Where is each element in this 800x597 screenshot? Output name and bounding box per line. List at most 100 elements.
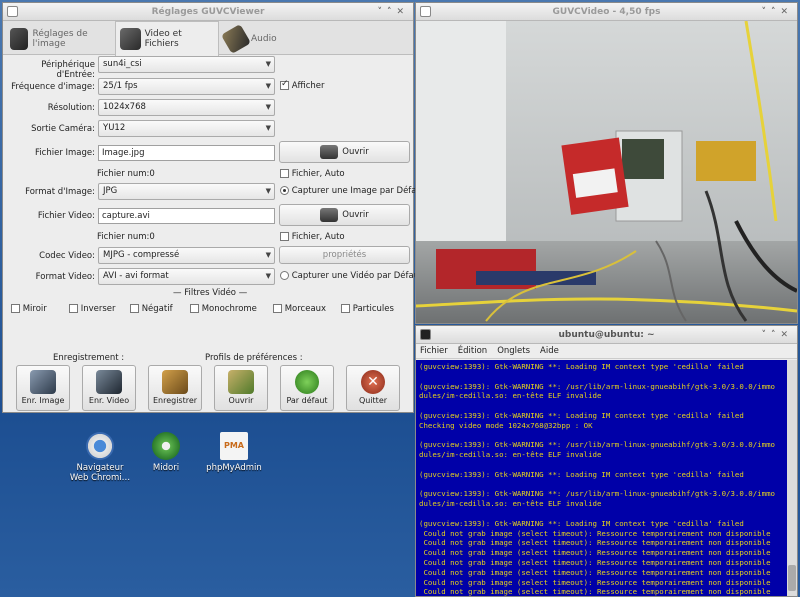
scrollbar-thumb[interactable]: [788, 565, 796, 591]
video-file-auto-toggle[interactable]: Fichier, Auto: [280, 232, 345, 242]
video-codec-select[interactable]: MJPG - compressé ▼: [98, 247, 275, 264]
chevron-down-icon: ▼: [265, 82, 271, 90]
terminal-line: Could not grab image (select timeout): R…: [419, 528, 771, 538]
tab-video-files[interactable]: Video et Fichiers: [115, 21, 219, 56]
checkbox-icon[interactable]: [130, 304, 139, 313]
capture-video-default-radio[interactable]: Capturer une Vidéo par Défaut: [280, 271, 422, 281]
terminal-line: (guvcview:1393): Gtk-WARNING **: Loading…: [419, 410, 744, 420]
desktop-icon-chromium[interactable]: Navigateur Web Chromi…: [68, 432, 132, 483]
window-menu-icon[interactable]: [420, 6, 431, 17]
terminal-line: (guvcview:1393): Gtk-WARNING **: Loading…: [419, 518, 744, 528]
filter-label: Particules: [352, 304, 394, 314]
video-format-select[interactable]: AVI - avi format ▼: [98, 268, 275, 285]
checkbox-icon[interactable]: [280, 232, 289, 241]
chevron-down-icon: ▼: [265, 187, 271, 195]
show-fps-toggle[interactable]: Afficher: [280, 79, 325, 91]
terminal-window: ubuntu@ubuntu: ~ ˅˄✕ Fichier Édition Ong…: [415, 325, 798, 597]
checkbox-icon[interactable]: [11, 304, 20, 313]
microphone-icon: [220, 23, 252, 55]
window-controls[interactable]: ˅˄✕: [761, 3, 793, 21]
terminal-menubar: Fichier Édition Onglets Aide: [416, 344, 797, 359]
image-file-label: Fichier Image:: [35, 148, 95, 158]
checkbox-icon[interactable]: [273, 304, 282, 313]
checkbox-icon[interactable]: [341, 304, 350, 313]
checkbox-icon[interactable]: [69, 304, 78, 313]
video-file-input[interactable]: capture.avi: [98, 208, 275, 224]
desktop-icon-label: Navigateur Web Chromi…: [69, 463, 131, 483]
checkbox-icon[interactable]: [280, 169, 289, 178]
save-image-button[interactable]: Enr. Image: [16, 365, 70, 411]
capture-image-default-label: Capturer une Image par Défaut: [291, 186, 426, 196]
video-format-value: AVI - avi format: [103, 271, 169, 281]
video-camera-icon: [96, 370, 122, 394]
button-label: Enr. Video: [88, 396, 130, 405]
resolution-label: Résolution:: [47, 103, 95, 113]
camera-output-select[interactable]: YU12 ▼: [98, 120, 275, 137]
folder-open-icon: [228, 370, 254, 394]
filter-mirror[interactable]: Miroir: [11, 304, 47, 314]
menu-file[interactable]: Fichier: [420, 344, 448, 358]
menu-edit[interactable]: Édition: [458, 344, 487, 358]
open-image-file-button[interactable]: Ouvrir: [279, 141, 410, 163]
desktop-icon-phpmyadmin[interactable]: PMA phpMyAdmin: [202, 432, 266, 473]
filter-particles[interactable]: Particules: [341, 304, 394, 314]
terminal-line: Could not grab image (select timeout): R…: [419, 538, 771, 548]
quit-button[interactable]: ✕ Quitter: [346, 365, 400, 411]
capture-image-default-radio[interactable]: Capturer une Image par Défaut: [280, 186, 425, 196]
menu-help[interactable]: Aide: [540, 344, 559, 358]
image-format-select[interactable]: JPG ▼: [98, 183, 275, 200]
terminal-scrollbar[interactable]: [787, 360, 797, 596]
checkbox-icon[interactable]: [280, 79, 289, 90]
video-file-auto-label: Fichier, Auto: [291, 232, 345, 242]
terminal-line: dules/im-cedilla.so: en-tête ELF invalid…: [419, 391, 602, 401]
window-controls[interactable]: ˅˄✕: [761, 326, 793, 344]
filter-invert[interactable]: Inverser: [69, 304, 116, 314]
terminal-titlebar[interactable]: ubuntu@ubuntu: ~ ˅˄✕: [416, 326, 797, 344]
save-profile-button[interactable]: Enregistrer: [148, 365, 202, 411]
folder-save-icon: [162, 370, 188, 394]
filter-negative[interactable]: Négatif: [130, 304, 173, 314]
radio-icon[interactable]: [280, 186, 289, 195]
image-file-auto-toggle[interactable]: Fichier, Auto: [280, 169, 345, 179]
menu-tabs[interactable]: Onglets: [497, 344, 530, 358]
checkbox-icon[interactable]: [190, 304, 199, 313]
settings-window: Réglages GUVCViewer ˅˄✕ Réglages de l'im…: [2, 2, 425, 413]
film-camera-icon: [120, 28, 141, 50]
window-controls[interactable]: ˅˄✕: [377, 3, 409, 21]
window-menu-icon[interactable]: [7, 6, 18, 17]
chevron-down-icon: ▼: [265, 103, 271, 111]
image-file-auto-label: Fichier, Auto: [291, 169, 345, 179]
input-device-label: Périphérique d'Entrée:: [41, 60, 95, 80]
default-profile-button[interactable]: Par défaut: [280, 365, 334, 411]
resolution-select[interactable]: 1024x768 ▼: [98, 99, 275, 116]
chevron-down-icon: ▼: [265, 251, 271, 259]
frame-rate-select[interactable]: 25/1 fps ▼: [98, 78, 275, 95]
terminal-line: dules/im-cedilla.so: en-tête ELF invalid…: [419, 499, 602, 509]
save-video-button[interactable]: Enr. Video: [82, 365, 136, 411]
filter-pieces[interactable]: Morceaux: [273, 304, 326, 314]
terminal-icon[interactable]: [420, 329, 431, 340]
camera-icon: [10, 28, 29, 50]
video-titlebar[interactable]: GUVCVideo - 4,50 fps ˅˄✕: [416, 3, 797, 21]
desktop-icon-midori[interactable]: Midori: [134, 432, 198, 473]
refresh-icon: [295, 370, 319, 394]
video-preview[interactable]: [416, 21, 797, 323]
settings-titlebar[interactable]: Réglages GUVCViewer ˅˄✕: [3, 3, 413, 21]
filter-monochrome[interactable]: Monochrome: [190, 304, 257, 314]
tab-image-settings[interactable]: Réglages de l'image: [6, 23, 113, 55]
terminal-line: Could not grab image (select timeout): R…: [419, 587, 771, 596]
tab-audio[interactable]: Audio: [220, 23, 281, 55]
filter-label: Morceaux: [284, 304, 327, 314]
input-device-select[interactable]: sun4i_csi ▼: [98, 56, 275, 73]
recording-section-label: Enregistrement :: [53, 353, 125, 363]
codec-properties-button[interactable]: propriétés: [279, 246, 410, 264]
button-label: Enr. Image: [21, 396, 65, 405]
terminal-output[interactable]: (guvcview:1393): Gtk-WARNING **: Loading…: [416, 360, 797, 596]
image-file-input[interactable]: Image.jpg: [98, 145, 275, 161]
open-profile-button[interactable]: Ouvrir: [214, 365, 268, 411]
open-video-file-button[interactable]: Ouvrir: [279, 204, 410, 226]
radio-icon[interactable]: [280, 271, 289, 280]
terminal-line: (guvcview:1393): Gtk-WARNING **: /usr/li…: [419, 381, 775, 391]
